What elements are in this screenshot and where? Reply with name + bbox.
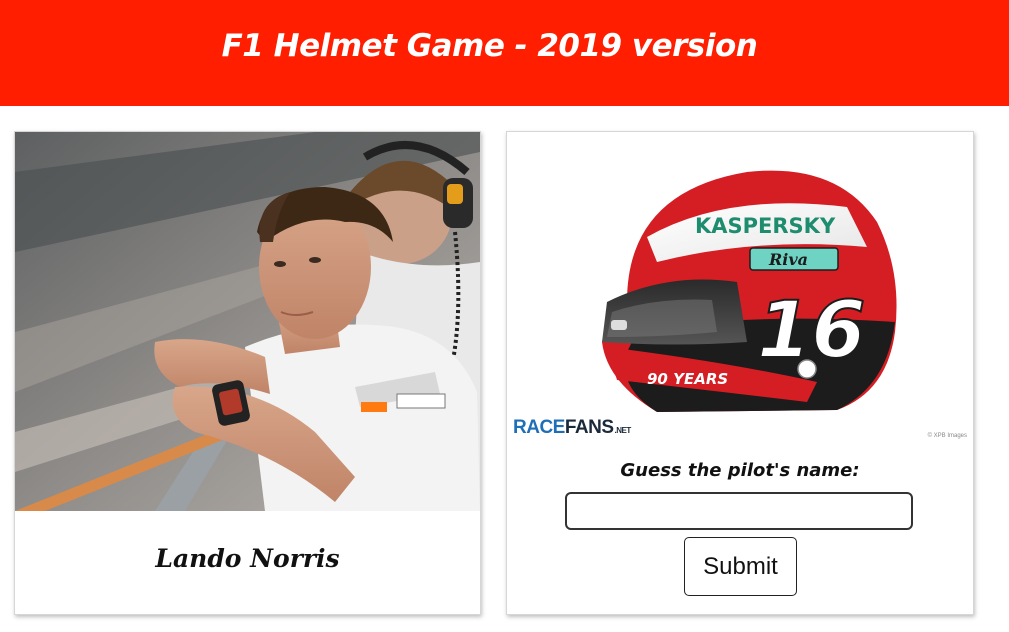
photo-credit: © XPB Images [927, 433, 967, 439]
helmet-image: 16 KASPERSKY Riva 90 YEARS RACEFANS.NET … [507, 132, 973, 444]
helmet-sponsor-text: KASPERSKY [695, 214, 836, 238]
page-header: F1 Helmet Game - 2019 version [0, 0, 1009, 106]
page-title: F1 Helmet Game - 2019 version [221, 28, 758, 64]
driver-name: Lando Norris [155, 544, 340, 573]
guess-label: Guess the pilot's name: [620, 460, 860, 481]
helmet-card: 16 KASPERSKY Riva 90 YEARS RACEFANS.NET … [506, 131, 974, 615]
submit-button[interactable]: Submit [684, 537, 797, 596]
driver-photo [15, 132, 480, 511]
driver-card: Lando Norris [14, 131, 481, 615]
pilot-name-input[interactable] [565, 492, 913, 530]
racefans-watermark: RACEFANS.NET [513, 417, 631, 438]
helmet-script-text: Riva [768, 250, 808, 269]
helmet-years-text: 90 YEARS [647, 370, 728, 388]
